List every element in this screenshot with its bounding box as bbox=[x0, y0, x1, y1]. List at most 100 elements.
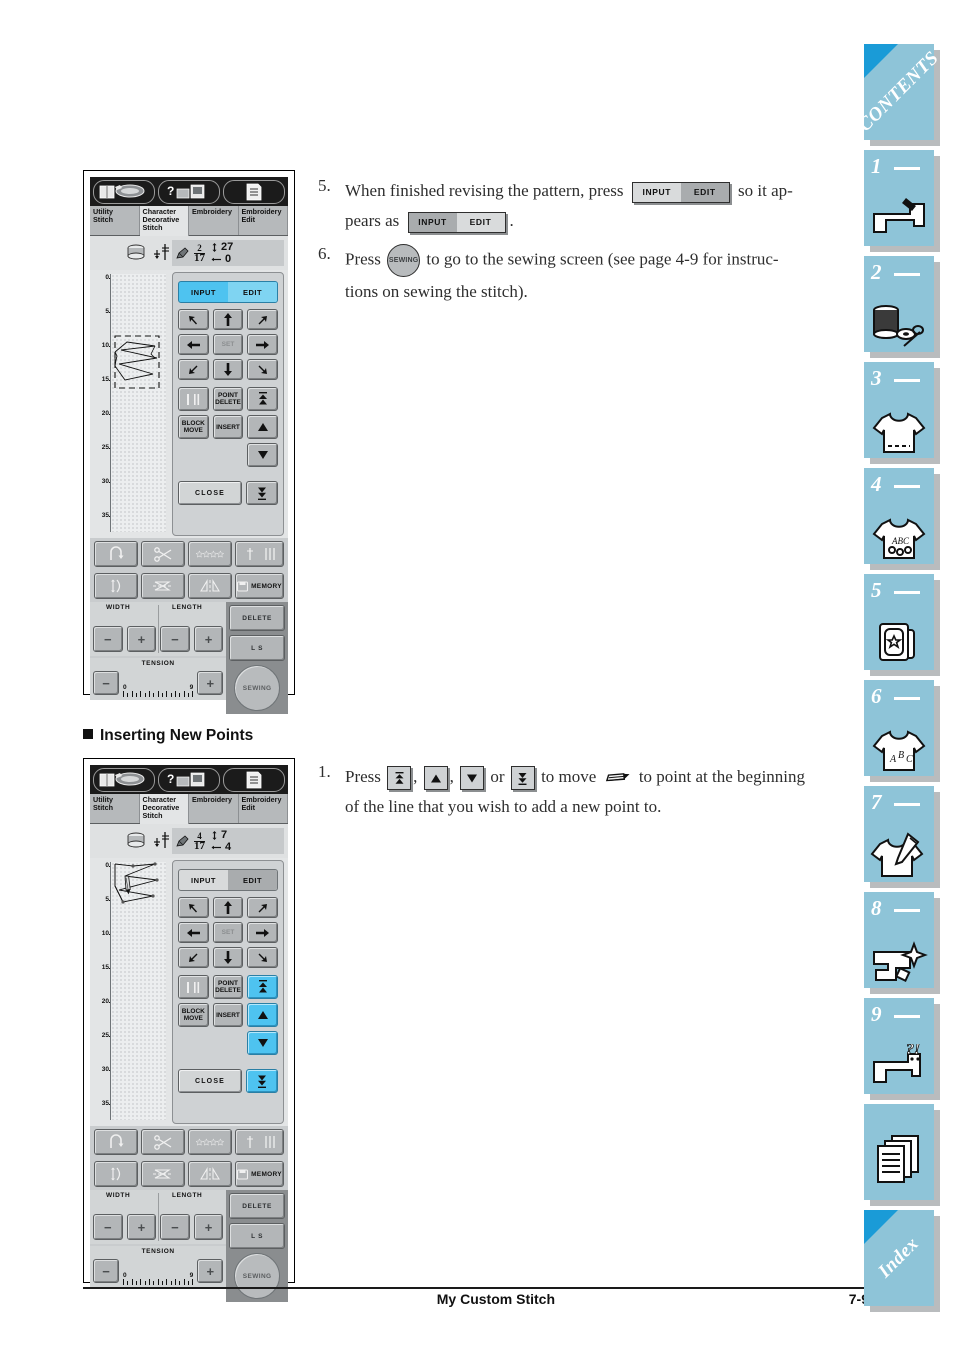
arrow-right-button[interactable] bbox=[247, 922, 278, 943]
mirror-vertical-button[interactable] bbox=[188, 1161, 232, 1187]
stitch-canvas-1[interactable] bbox=[110, 274, 166, 532]
jump-to-start-button[interactable] bbox=[247, 387, 278, 411]
arrow-up-button[interactable] bbox=[212, 897, 244, 918]
tab-utility-stitch[interactable]: Utility Stitch bbox=[90, 794, 140, 823]
close-button[interactable]: CLOSE bbox=[178, 481, 242, 505]
insert-button[interactable]: INSERT bbox=[212, 1003, 244, 1027]
width-plus-button[interactable]: + bbox=[126, 626, 157, 652]
arrow-up-left-button[interactable] bbox=[178, 309, 209, 330]
length-plus-button[interactable]: + bbox=[193, 1214, 224, 1240]
side-tab-2[interactable]: 2 bbox=[864, 256, 934, 352]
step-down-button[interactable] bbox=[247, 1031, 278, 1055]
side-tab-9[interactable]: 9 ?! bbox=[864, 998, 934, 1094]
ls-button[interactable]: L S bbox=[229, 635, 285, 661]
thread-cutter-button[interactable] bbox=[141, 1129, 185, 1155]
inline-sewing-button[interactable]: SEWING bbox=[387, 244, 421, 277]
point-delete-button[interactable]: POINT DELETE bbox=[212, 387, 244, 411]
tension-plus-button[interactable]: + bbox=[197, 671, 224, 695]
side-tab-5[interactable]: 5 bbox=[864, 574, 934, 670]
toggle-edit-segment[interactable]: EDIT bbox=[228, 870, 277, 890]
jump-to-end-button[interactable] bbox=[246, 481, 278, 505]
arrow-right-button[interactable] bbox=[247, 334, 278, 355]
toggle-input-segment[interactable]: INPUT bbox=[179, 870, 228, 890]
side-tab-7[interactable]: 7 bbox=[864, 786, 934, 882]
auto-thread-button[interactable]: ✩✩✩✩ ✩ bbox=[188, 1129, 232, 1155]
single-double-stitch-button[interactable] bbox=[178, 387, 209, 411]
step-up-button[interactable] bbox=[247, 415, 278, 439]
width-minus-button[interactable]: − bbox=[93, 626, 123, 652]
block-move-button[interactable]: BLOCK MOVE bbox=[178, 415, 209, 439]
block-move-button[interactable]: BLOCK MOVE bbox=[178, 1003, 209, 1027]
thread-cutter-button[interactable] bbox=[141, 541, 185, 567]
arrow-left-button[interactable] bbox=[178, 334, 209, 355]
tension-minus-button[interactable]: − bbox=[93, 1259, 119, 1283]
side-tab-6[interactable]: 6 A B C bbox=[864, 680, 934, 776]
tab-embroidery-edit[interactable]: Embroidery Edit bbox=[238, 206, 288, 235]
side-tab-appendix[interactable] bbox=[864, 1104, 934, 1200]
inline-toggle-edit-seg[interactable]: EDIT bbox=[680, 182, 729, 202]
jump-to-end-button[interactable] bbox=[246, 1069, 278, 1093]
inline-toggle-input-seg-2[interactable]: INPUT bbox=[408, 212, 457, 232]
jump-to-start-button[interactable] bbox=[247, 975, 278, 999]
ls-button[interactable]: L S bbox=[229, 1223, 285, 1249]
length-minus-button[interactable]: − bbox=[160, 626, 190, 652]
memory-button[interactable]: MEMORY bbox=[235, 1161, 284, 1187]
mirror-horizontal-button[interactable] bbox=[141, 573, 185, 599]
stitch-canvas-2[interactable] bbox=[110, 862, 166, 1120]
input-edit-toggle-2[interactable]: INPUT EDIT bbox=[178, 869, 278, 891]
tab-utility-stitch[interactable]: Utility Stitch bbox=[90, 206, 140, 235]
delete-button[interactable]: DELETE bbox=[229, 1193, 285, 1219]
single-double-stitch-button[interactable] bbox=[178, 975, 209, 999]
stitch-length-button[interactable] bbox=[94, 573, 138, 599]
side-tab-index[interactable]: Index bbox=[864, 1210, 934, 1306]
arrow-down-right-button[interactable] bbox=[247, 947, 278, 968]
tab-character-decorative-stitch[interactable]: Character Decorative Stitch bbox=[139, 206, 189, 237]
toggle-input-segment[interactable]: INPUT bbox=[179, 282, 228, 302]
tension-plus-button[interactable]: + bbox=[197, 1259, 224, 1283]
stitch-length-button[interactable] bbox=[94, 1161, 138, 1187]
set-button[interactable]: SET bbox=[212, 334, 244, 355]
help-icon[interactable]: ? bbox=[158, 179, 220, 204]
arrow-down-button[interactable] bbox=[212, 359, 244, 380]
reverse-stitch-button[interactable] bbox=[94, 1129, 138, 1155]
arrow-up-right-button[interactable] bbox=[247, 309, 278, 330]
tension-minus-button[interactable]: − bbox=[93, 671, 119, 695]
inline-toggle-input-seg[interactable]: INPUT bbox=[633, 183, 681, 202]
sewing-button[interactable]: SEWING bbox=[234, 665, 281, 711]
inline-jump-to-start-button[interactable] bbox=[387, 766, 412, 791]
point-delete-button[interactable]: POINT DELETE bbox=[212, 975, 244, 999]
help-icon[interactable]: ? bbox=[158, 767, 220, 792]
step-down-button[interactable] bbox=[247, 443, 278, 467]
arrow-down-left-button[interactable] bbox=[178, 947, 209, 968]
mirror-horizontal-button[interactable] bbox=[141, 1161, 185, 1187]
arrow-down-button[interactable] bbox=[212, 947, 244, 968]
inline-step-up-button[interactable] bbox=[423, 766, 448, 791]
tab-embroidery[interactable]: Embroidery bbox=[189, 206, 239, 235]
tab-embroidery[interactable]: Embroidery bbox=[189, 794, 239, 823]
side-tab-4[interactable]: 4 ABC bbox=[864, 468, 934, 564]
arrow-down-right-button[interactable] bbox=[247, 359, 278, 380]
set-button[interactable]: SET bbox=[212, 922, 244, 943]
mirror-vertical-button[interactable] bbox=[188, 573, 232, 599]
tab-embroidery-edit[interactable]: Embroidery Edit bbox=[238, 794, 288, 823]
arrow-up-right-button[interactable] bbox=[247, 897, 278, 918]
inline-toggle-edit-seg-2[interactable]: EDIT bbox=[457, 213, 505, 232]
settings-icon[interactable] bbox=[223, 767, 285, 792]
tab-character-decorative-stitch[interactable]: Character Decorative Stitch bbox=[139, 794, 189, 825]
memory-button[interactable]: MEMORY bbox=[235, 573, 284, 599]
needle-mode-button[interactable] bbox=[235, 541, 284, 567]
manual-icon[interactable] bbox=[93, 767, 155, 792]
inline-jump-to-end-button[interactable] bbox=[510, 766, 535, 791]
arrow-up-button[interactable] bbox=[212, 309, 244, 330]
close-button[interactable]: CLOSE bbox=[178, 1069, 242, 1093]
manual-icon[interactable] bbox=[93, 179, 155, 204]
side-tab-3[interactable]: 3 bbox=[864, 362, 934, 458]
delete-button[interactable]: DELETE bbox=[229, 605, 285, 631]
step-up-button[interactable] bbox=[247, 1003, 278, 1027]
side-tab-1[interactable]: 1 bbox=[864, 150, 934, 246]
toggle-edit-segment[interactable]: EDIT bbox=[228, 282, 277, 302]
input-edit-toggle-1[interactable]: INPUT EDIT bbox=[178, 281, 278, 303]
length-plus-button[interactable]: + bbox=[193, 626, 224, 652]
auto-thread-button[interactable]: ✩✩✩✩ ✩ bbox=[188, 541, 232, 567]
inline-step-down-button[interactable] bbox=[460, 766, 485, 791]
